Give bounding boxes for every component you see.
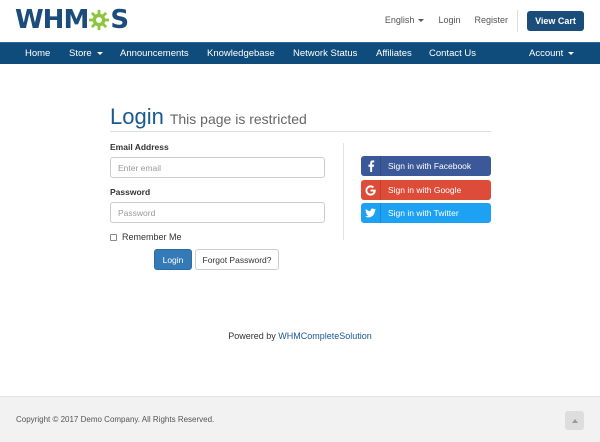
site-header: WHM S English Login Register View Cart <box>0 0 600 42</box>
nav-announcements[interactable]: Announcements <box>120 48 189 59</box>
powered-by-link[interactable]: WHMCompleteSolution <box>278 331 372 341</box>
back-to-top-button[interactable] <box>565 411 584 430</box>
logo-text-part1: WHM <box>15 5 89 35</box>
site-footer: Copyright © 2017 Demo Company. All Right… <box>0 396 600 442</box>
logo[interactable]: WHM S <box>15 5 129 35</box>
password-label: Password <box>110 187 151 197</box>
remember-me[interactable]: Remember Me <box>110 232 182 242</box>
password-input[interactable]: Password <box>110 202 325 223</box>
facebook-icon <box>361 156 381 176</box>
twitter-signin-label: Sign in with Twitter <box>388 208 459 218</box>
page-subtitle: This page is restricted <box>169 111 307 127</box>
caret-down-icon <box>96 51 103 55</box>
forgot-password-button[interactable]: Forgot Password? <box>195 249 279 270</box>
google-icon <box>361 180 381 200</box>
google-signin-label: Sign in with Google <box>388 185 462 195</box>
powered-by: Powered by WHMCompleteSolution <box>228 331 372 341</box>
caret-down-icon <box>568 51 575 55</box>
remember-me-label: Remember Me <box>122 232 182 242</box>
chevron-up-icon <box>571 418 578 423</box>
twitter-icon <box>361 203 381 223</box>
logo-text-part2: S <box>110 5 129 35</box>
nav-account[interactable]: Account <box>529 48 575 59</box>
vertical-divider <box>343 143 344 240</box>
login-button[interactable]: Login <box>154 249 192 270</box>
nav-network-status[interactable]: Network Status <box>293 48 357 59</box>
remember-me-checkbox[interactable] <box>110 233 117 241</box>
copyright-text: Copyright © 2017 Demo Company. All Right… <box>16 415 215 424</box>
nav-store[interactable]: Store <box>69 48 103 59</box>
page-title: Login <box>110 104 164 129</box>
nav-affiliates[interactable]: Affiliates <box>376 48 412 59</box>
twitter-signin-button[interactable]: Sign in with Twitter <box>361 203 491 223</box>
caret-down-icon <box>418 19 425 23</box>
top-links: English Login Register <box>385 15 508 25</box>
login-link[interactable]: Login <box>438 15 460 25</box>
facebook-signin-label: Sign in with Facebook <box>388 161 472 171</box>
email-input[interactable]: Enter email <box>110 157 325 178</box>
register-link[interactable]: Register <box>474 15 508 25</box>
google-signin-button[interactable]: Sign in with Google <box>361 180 491 200</box>
nav-contact-us[interactable]: Contact Us <box>429 48 476 59</box>
nav-knowledgebase[interactable]: Knowledgebase <box>207 48 275 59</box>
language-selector[interactable]: English <box>385 15 425 25</box>
header-divider <box>517 10 518 32</box>
nav-home[interactable]: Home <box>25 48 50 59</box>
main-navbar: Home Store Announcements Knowledgebase N… <box>0 42 600 64</box>
gear-icon <box>89 9 110 31</box>
view-cart-button[interactable]: View Cart <box>527 11 584 31</box>
facebook-signin-button[interactable]: Sign in with Facebook <box>361 156 491 176</box>
email-label: Email Address <box>110 142 169 152</box>
page-title-row: Login This page is restricted <box>110 104 307 130</box>
title-divider <box>110 131 491 132</box>
